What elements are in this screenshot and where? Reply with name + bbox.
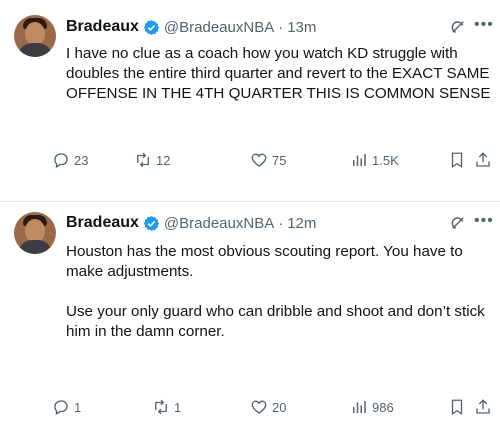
grok-icon[interactable] xyxy=(449,214,467,232)
tweet-actions: 23 12 75 1.5K xyxy=(52,151,492,173)
like-icon xyxy=(251,400,267,414)
tweet-text: Houston has the most obvious scouting re… xyxy=(66,242,492,342)
view-count: 1.5K xyxy=(372,152,399,168)
reply-button[interactable]: 23 xyxy=(52,151,88,169)
like-button[interactable]: 75 xyxy=(250,151,286,169)
tweet-actions: 1 1 20 986 xyxy=(52,398,492,420)
share-icon[interactable] xyxy=(474,151,492,169)
grok-icon[interactable] xyxy=(449,18,467,36)
views-icon xyxy=(353,154,366,166)
reply-button[interactable]: 1 xyxy=(52,398,81,416)
tweet-1[interactable]: Bradeaux @BradeauxNBA · 13m ••• I have n… xyxy=(0,0,500,202)
view-count: 986 xyxy=(372,399,394,415)
views-icon xyxy=(353,401,366,413)
tweet-header: Bradeaux @BradeauxNBA · 12m xyxy=(66,212,316,234)
display-name[interactable]: Bradeaux xyxy=(66,214,139,232)
separator-dot: · xyxy=(278,18,284,36)
retweet-count: 12 xyxy=(156,152,171,168)
retweet-icon xyxy=(137,152,149,168)
more-icon[interactable]: ••• xyxy=(474,16,494,34)
timestamp[interactable]: 13m xyxy=(287,19,316,36)
avatar[interactable] xyxy=(14,212,56,254)
like-count: 75 xyxy=(272,152,287,168)
reply-icon xyxy=(54,153,68,168)
verified-badge-icon xyxy=(143,215,160,231)
display-name[interactable]: Bradeaux xyxy=(66,18,139,36)
like-count: 20 xyxy=(272,399,287,415)
retweet-count: 1 xyxy=(174,399,182,415)
timestamp[interactable]: 12m xyxy=(287,215,316,232)
handle[interactable]: @BradeauxNBA xyxy=(164,19,274,36)
avatar[interactable] xyxy=(14,15,56,57)
reply-icon xyxy=(54,400,68,415)
bookmark-icon[interactable] xyxy=(448,398,466,416)
reply-count: 23 xyxy=(74,152,89,168)
views-button[interactable]: 1.5K xyxy=(350,151,399,169)
tweet-paragraph: I have no clue as a coach how you watch … xyxy=(66,45,491,102)
separator-dot: · xyxy=(278,214,284,232)
share-icon[interactable] xyxy=(474,398,492,416)
tweet-paragraph: Use your only guard who can dribble and … xyxy=(66,303,485,340)
bookmark-icon[interactable] xyxy=(448,151,466,169)
tweet-paragraph: Houston has the most obvious scouting re… xyxy=(66,243,463,280)
retweet-icon xyxy=(155,399,167,415)
like-button[interactable]: 20 xyxy=(250,398,286,416)
views-button[interactable]: 986 xyxy=(350,398,394,416)
retweet-button[interactable]: 1 xyxy=(152,398,181,416)
tweet-header: Bradeaux @BradeauxNBA · 13m xyxy=(66,16,316,38)
more-icon[interactable]: ••• xyxy=(474,212,494,230)
like-icon xyxy=(251,153,267,167)
retweet-button[interactable]: 12 xyxy=(134,151,170,169)
tweet-2[interactable]: Bradeaux @BradeauxNBA · 12m ••• Houston … xyxy=(0,202,500,440)
handle[interactable]: @BradeauxNBA xyxy=(164,215,274,232)
reply-count: 1 xyxy=(74,399,82,415)
verified-badge-icon xyxy=(143,19,160,35)
tweet-text: I have no clue as a coach how you watch … xyxy=(66,44,492,104)
